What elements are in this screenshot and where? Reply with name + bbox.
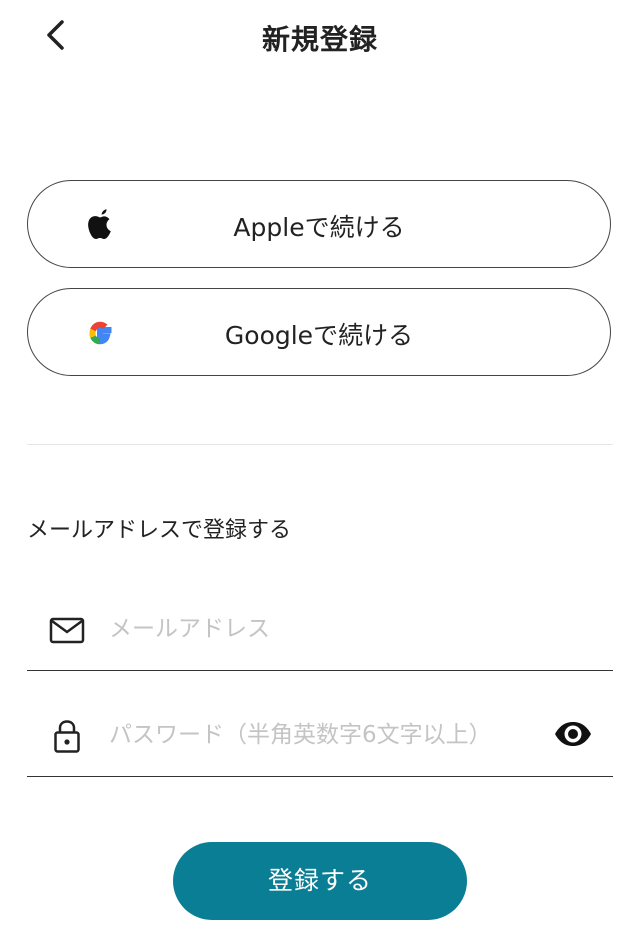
page-title: 新規登録 xyxy=(261,23,378,56)
password-visibility-toggle[interactable] xyxy=(553,714,593,754)
password-field xyxy=(27,696,613,777)
apple-signin-label: Appleで続ける xyxy=(233,213,405,242)
google-signin-button[interactable]: Googleで続ける xyxy=(27,288,611,376)
google-signin-label: Googleで続ける xyxy=(224,321,414,350)
apple-signin-button[interactable]: Appleで続ける xyxy=(27,180,611,268)
eye-icon xyxy=(555,722,591,746)
header: 新規登録 xyxy=(0,0,640,76)
email-section-label: メールアドレスで登録する xyxy=(27,518,292,543)
divider xyxy=(27,444,613,445)
mail-icon xyxy=(49,617,85,644)
email-field xyxy=(27,590,613,671)
password-input[interactable] xyxy=(107,714,551,756)
register-button[interactable]: 登録する xyxy=(173,842,467,920)
email-input[interactable] xyxy=(107,608,551,650)
lock-icon xyxy=(54,720,80,753)
